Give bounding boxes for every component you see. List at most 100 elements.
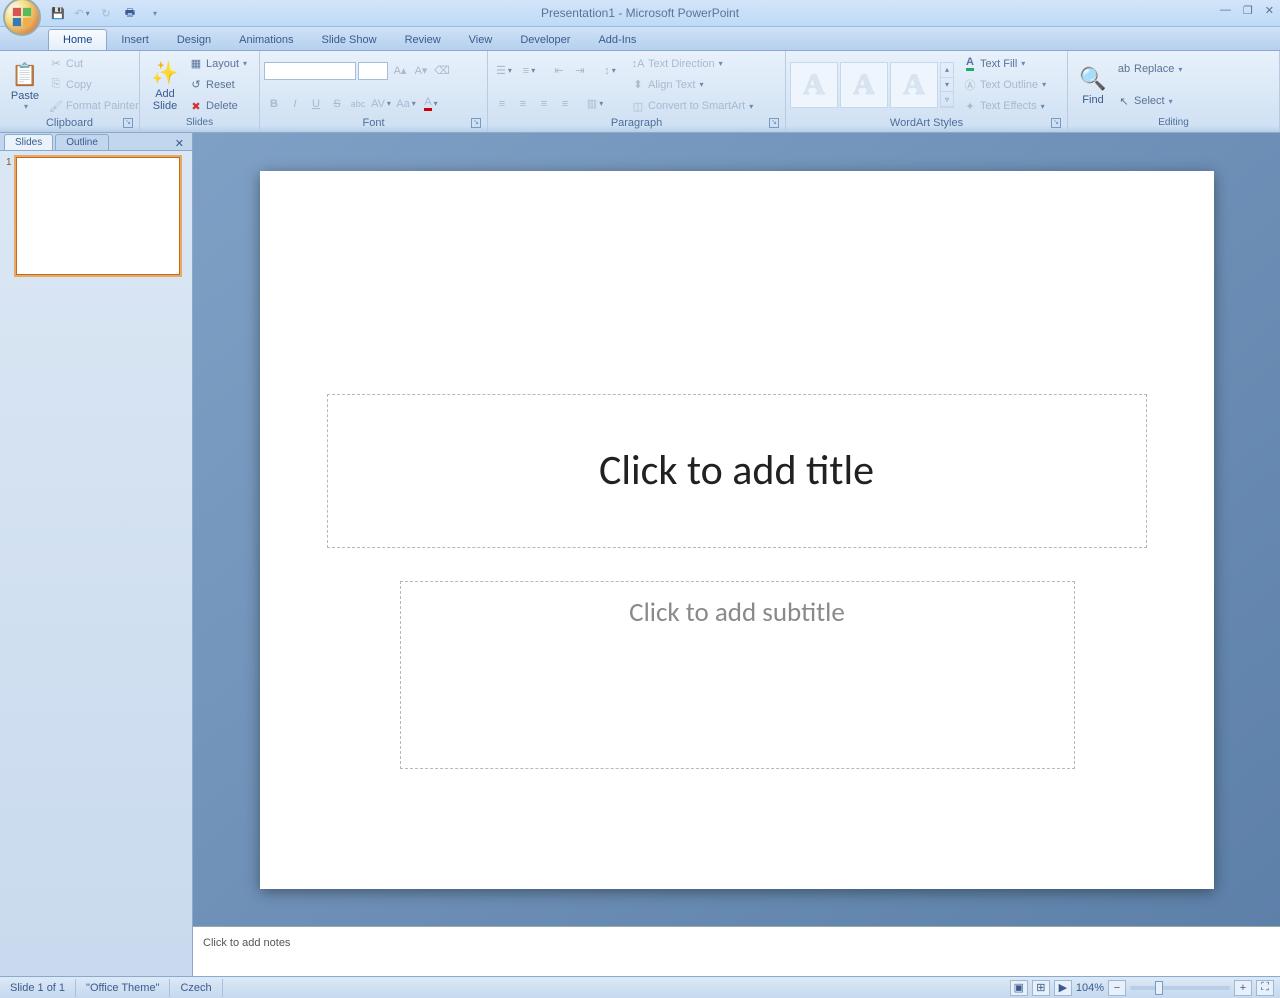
tab-insert[interactable]: Insert [107,30,163,50]
dropdown-icon: ▾ [243,59,247,68]
thumbnail-preview[interactable] [16,157,180,275]
italic-button[interactable]: I [285,94,305,114]
clear-format-button[interactable]: ⌫ [432,61,452,81]
minus-icon: − [1114,982,1120,994]
align-left-icon: ≡ [499,98,505,110]
align-center-button[interactable]: ≡ [513,94,533,114]
tab-slide-show[interactable]: Slide Show [308,30,391,50]
copy-icon: ⎘ [48,77,64,93]
numbering-button[interactable]: ≡▾ [517,61,541,81]
view-sorter-button[interactable]: ⊞ [1032,980,1050,996]
increase-indent-button[interactable]: ⇥ [570,61,590,81]
title-placeholder[interactable]: Click to add title [327,394,1147,548]
select-button[interactable]: ↖Select▾ [1114,91,1184,111]
strike-button[interactable]: S [327,94,347,114]
sidetab-slides[interactable]: Slides [4,134,53,150]
decrease-indent-button[interactable]: ⇤ [549,61,569,81]
shrink-font-button[interactable]: A▾ [411,61,431,81]
undo-icon: ↶ [74,7,83,20]
dialog-launcher[interactable]: ↘ [471,118,481,128]
dialog-launcher[interactable]: ↘ [123,118,133,128]
status-language[interactable]: Czech [170,979,222,997]
status-theme[interactable]: "Office Theme" [76,979,170,997]
scroll-up-button[interactable]: ▴ [941,63,953,78]
shadow-button[interactable]: abc [348,94,368,114]
sidepane-close-button[interactable]: ✕ [169,137,190,150]
format-painter-button[interactable]: 🖌Format Painter [46,96,141,116]
smartart-icon: ◫ [630,98,646,114]
group-label: Editing [1072,117,1275,132]
align-left-button[interactable]: ≡ [492,94,512,114]
layout-button[interactable]: ▦Layout▾ [186,54,249,74]
qat-undo-button[interactable]: ↶▾ [72,3,92,23]
wordart-style-1[interactable]: A [790,62,838,108]
reset-button[interactable]: ↺Reset [186,75,249,95]
align-right-button[interactable]: ≡ [534,94,554,114]
text-outline-button[interactable]: ⒶText Outline▾ [960,75,1048,95]
convert-smartart-button[interactable]: ◫Convert to SmartArt▾ [628,96,755,116]
tab-review[interactable]: Review [391,30,455,50]
text-fill-button[interactable]: AText Fill▾ [960,54,1048,74]
tab-view[interactable]: View [455,30,507,50]
add-slide-button[interactable]: ✨ Add Slide [144,53,186,117]
zoom-percent[interactable]: 104% [1076,982,1104,994]
qat-customize-button[interactable]: ▾ [144,3,164,23]
tab-animations[interactable]: Animations [225,30,307,50]
paste-button[interactable]: 📋 Paste ▾ [4,53,46,117]
text-effects-button[interactable]: ✦Text Effects▾ [960,96,1048,116]
find-button[interactable]: 🔍 Find [1072,53,1114,117]
qat-save-button[interactable]: 💾 [48,3,68,23]
wordart-style-2[interactable]: A [840,62,888,108]
replace-button[interactable]: abReplace▾ [1114,59,1184,79]
close-button[interactable]: ✕ [1265,4,1274,17]
minimize-button[interactable]: — [1220,4,1231,17]
change-case-button[interactable]: Aa▾ [394,94,418,114]
scroll-down-button[interactable]: ▾ [941,78,953,93]
dropdown-icon: ▾ [612,66,616,75]
zoom-in-button[interactable]: + [1234,980,1252,996]
thumbnail-item[interactable]: 1 [6,157,186,275]
justify-button[interactable]: ≡ [555,94,575,114]
zoom-slider[interactable] [1130,986,1230,990]
cut-button[interactable]: ✂Cut [46,54,141,74]
tab-add-ins[interactable]: Add-Ins [584,30,650,50]
font-name-input[interactable] [264,62,356,80]
group-wordart: A A A ▴ ▾ ▿ AText Fill▾ ⒶText Outline▾ ✦… [786,51,1068,132]
slide[interactable]: Click to add title Click to add subtitle [260,171,1214,889]
zoom-out-button[interactable]: − [1108,980,1126,996]
copy-button[interactable]: ⎘Copy [46,75,141,95]
gallery-expand-button[interactable]: ▿ [941,92,953,107]
tab-home[interactable]: Home [48,29,107,50]
grow-font-button[interactable]: A▴ [390,61,410,81]
delete-button[interactable]: ✖Delete [186,96,249,116]
line-spacing-button[interactable]: ↕▾ [598,61,622,81]
dropdown-icon: ▾ [508,66,512,75]
tab-developer[interactable]: Developer [506,30,584,50]
underline-button[interactable]: U [306,94,326,114]
bold-button[interactable]: B [264,94,284,114]
status-slide-info[interactable]: Slide 1 of 1 [0,979,76,997]
sidetab-outline[interactable]: Outline [55,134,109,150]
view-normal-button[interactable]: ▣ [1010,980,1028,996]
line-spacing-icon: ↕ [604,65,610,77]
restore-button[interactable]: ❐ [1243,4,1253,17]
wordart-style-3[interactable]: A [890,62,938,108]
subtitle-placeholder[interactable]: Click to add subtitle [400,581,1075,769]
slide-canvas[interactable]: Click to add title Click to add subtitle [193,133,1280,926]
columns-button[interactable]: ▥▾ [583,94,607,114]
char-spacing-button[interactable]: AV▾ [369,94,393,114]
zoom-slider-thumb[interactable] [1155,981,1163,995]
qat-redo-button[interactable]: ↻ [96,3,116,23]
tab-design[interactable]: Design [163,30,225,50]
font-color-button[interactable]: A▾ [419,94,443,114]
text-direction-button[interactable]: ↕AText Direction▾ [628,54,755,74]
dialog-launcher[interactable]: ↘ [769,118,779,128]
fit-window-button[interactable]: ⛶ [1256,980,1274,996]
qat-print-button[interactable]: 🖶 [120,3,140,23]
view-slideshow-button[interactable]: ▶ [1054,980,1072,996]
dialog-launcher[interactable]: ↘ [1051,118,1061,128]
notes-pane[interactable]: Click to add notes [193,926,1280,976]
bullets-button[interactable]: ☰▾ [492,61,516,81]
font-size-input[interactable] [358,62,388,80]
align-text-button[interactable]: ⬍Align Text▾ [628,75,755,95]
